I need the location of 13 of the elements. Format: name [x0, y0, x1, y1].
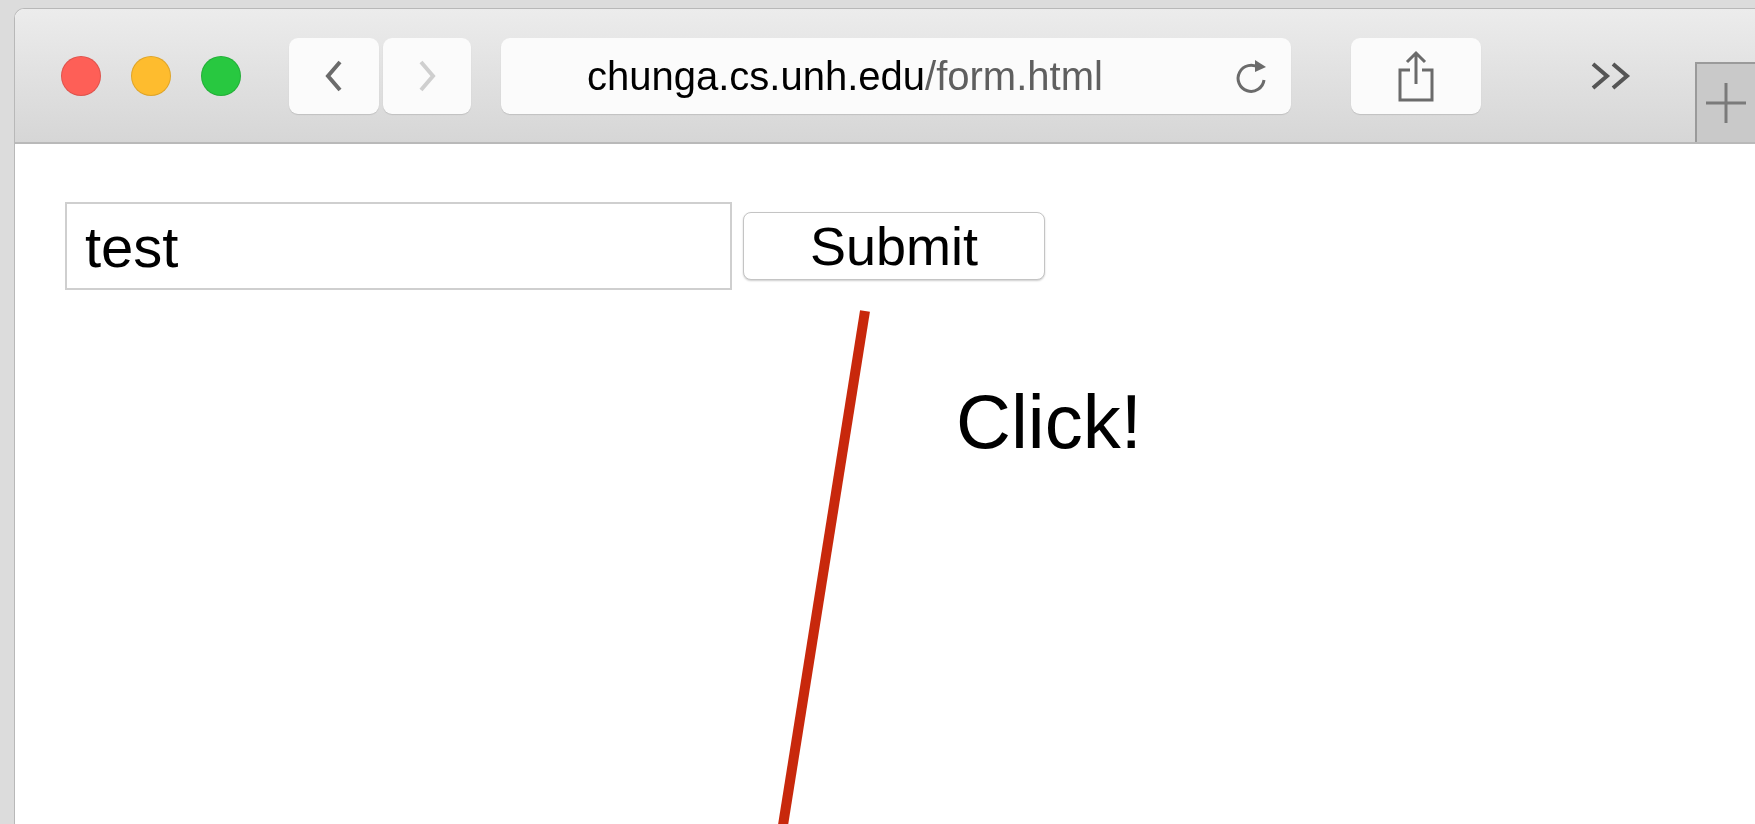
url-text: chunga.cs.unh.edu/form.html	[587, 52, 1103, 100]
window-control-button[interactable]	[131, 55, 171, 96]
annotation-text: Click!	[956, 384, 1142, 460]
text-field[interactable]: test	[65, 202, 732, 290]
new-tab-button[interactable]	[1695, 62, 1755, 142]
address-bar[interactable]: chunga.cs.unh.edu/form.html	[501, 37, 1291, 114]
window-control-button[interactable]	[201, 55, 241, 96]
back-button[interactable]	[289, 37, 379, 114]
share-icon	[1396, 49, 1436, 102]
share-button[interactable]	[1351, 37, 1481, 114]
plus-icon	[1704, 81, 1748, 125]
submit-button[interactable]: Submit	[743, 212, 1045, 280]
window-control-button[interactable]	[61, 55, 101, 96]
